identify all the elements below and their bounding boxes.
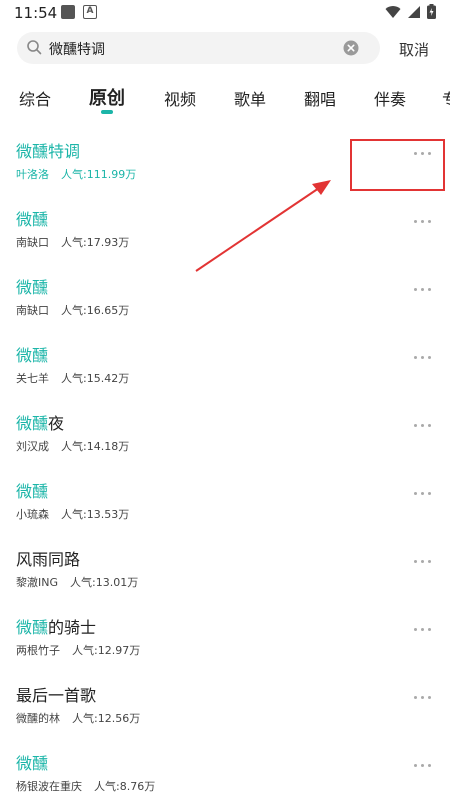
song-artist: 刘汉成 [16,440,49,453]
tab-video[interactable]: 视频 [164,86,196,110]
song-popularity: 人气:12.97万 [72,644,141,657]
song-row[interactable]: 微醺 南缺口 人气:17.93万 [0,200,450,268]
signal-icon [408,5,420,18]
song-meta: 两根竹子 人气:12.97万 [16,642,140,658]
tab-album[interactable]: 专 [442,86,450,110]
song-row[interactable]: 微醺夜 刘汉成 人气:14.18万 [0,404,450,472]
song-artist: 关七羊 [16,372,49,385]
search-icon [27,40,42,55]
more-options-icon[interactable] [410,282,434,296]
song-title: 微醺 [16,210,49,229]
song-artist: 两根竹子 [16,644,60,657]
song-title: 最后一首歌 [16,686,97,705]
song-meta: 叶洛洛 人气:111.99万 [16,166,136,182]
song-row[interactable]: 最后一首歌 微醺的林 人气:12.56万 [0,676,450,744]
song-title: 微醺特调 [16,142,81,161]
more-options-icon[interactable] [410,146,434,160]
song-row[interactable]: 微醺的骑士 两根竹子 人气:12.97万 [0,608,450,676]
song-meta: 南缺口 人气:17.93万 [16,234,129,250]
song-meta: 刘汉成 人气:14.18万 [16,438,129,454]
song-popularity: 人气:17.93万 [61,236,130,249]
more-options-icon[interactable] [410,214,434,228]
song-title: 微醺夜 [16,414,65,433]
song-popularity: 人气:111.99万 [61,168,137,181]
song-row[interactable]: 风雨同路 黎澈ING 人气:13.01万 [0,540,450,608]
song-row[interactable]: 微醺 小琉森 人气:13.53万 [0,472,450,540]
tab-accompaniment[interactable]: 伴奏 [374,86,406,110]
song-row[interactable]: 微醺 杨银波在重庆 人气:8.76万 [0,744,450,812]
more-options-icon[interactable] [410,554,434,568]
song-popularity: 人气:15.42万 [61,372,130,385]
song-artist: 南缺口 [16,236,49,249]
song-meta: 小琉森 人气:13.53万 [16,506,129,522]
song-artist: 南缺口 [16,304,49,317]
song-artist: 黎澈ING [16,576,58,589]
song-popularity: 人气:14.18万 [61,440,130,453]
song-artist: 杨银波在重庆 [16,780,82,793]
more-options-icon[interactable] [410,690,434,704]
song-meta: 南缺口 人气:16.65万 [16,302,129,318]
song-popularity: 人气:13.53万 [61,508,130,521]
tab-original[interactable]: 原创 [89,84,125,110]
song-row[interactable]: 微醺 关七羊 人气:15.42万 [0,336,450,404]
search-field[interactable] [17,32,380,64]
song-row[interactable]: 微醺特调 叶洛洛 人气:111.99万 [0,132,450,200]
song-title: 微醺 [16,346,49,365]
song-artist: 微醺的林 [16,712,60,725]
more-options-icon[interactable] [410,622,434,636]
tab-playlist[interactable]: 歌单 [234,86,266,110]
more-options-icon[interactable] [410,418,434,432]
song-popularity: 人气:12.56万 [72,712,141,725]
song-title: 微醺的骑士 [16,618,97,637]
song-artist: 小琉森 [16,508,49,521]
song-title: 微醺 [16,278,49,297]
tab-comprehensive[interactable]: 综合 [19,86,51,110]
wifi-icon [385,5,401,18]
tab-cover[interactable]: 翻唱 [304,86,336,110]
battery-icon [427,4,436,19]
search-bar: 取消 [0,30,450,68]
notification-icon [61,5,75,19]
song-title: 微醺 [16,754,49,773]
search-input[interactable] [47,35,351,63]
song-popularity: 人气:16.65万 [61,304,130,317]
clear-search-icon[interactable] [343,40,359,56]
cancel-button[interactable]: 取消 [399,39,429,60]
song-artist: 叶洛洛 [16,168,49,181]
more-options-icon[interactable] [410,486,434,500]
song-popularity: 人气:13.01万 [70,576,139,589]
song-meta: 黎澈ING 人气:13.01万 [16,574,138,590]
status-icons [385,4,436,19]
active-tab-indicator [101,110,113,114]
category-tabs: 综合 原创 视频 歌单 翻唱 伴奏 专 [0,86,450,120]
song-title: 微醺 [16,482,49,501]
status-bar: 11:54 A [0,0,450,26]
song-meta: 关七羊 人气:15.42万 [16,370,129,386]
app-notification-icon: A [83,5,97,19]
song-meta: 微醺的林 人气:12.56万 [16,710,140,726]
more-options-icon[interactable] [410,350,434,364]
song-title: 风雨同路 [16,550,81,569]
song-popularity: 人气:8.76万 [94,780,156,793]
song-row[interactable]: 微醺 南缺口 人气:16.65万 [0,268,450,336]
more-options-icon[interactable] [410,758,434,772]
status-time: 11:54 [14,4,58,22]
song-meta: 杨银波在重庆 人气:8.76万 [16,778,155,794]
song-results-list: 微醺特调 叶洛洛 人气:111.99万 微醺 南缺口 人气:17.93万 微醺 南缺… [0,132,450,812]
